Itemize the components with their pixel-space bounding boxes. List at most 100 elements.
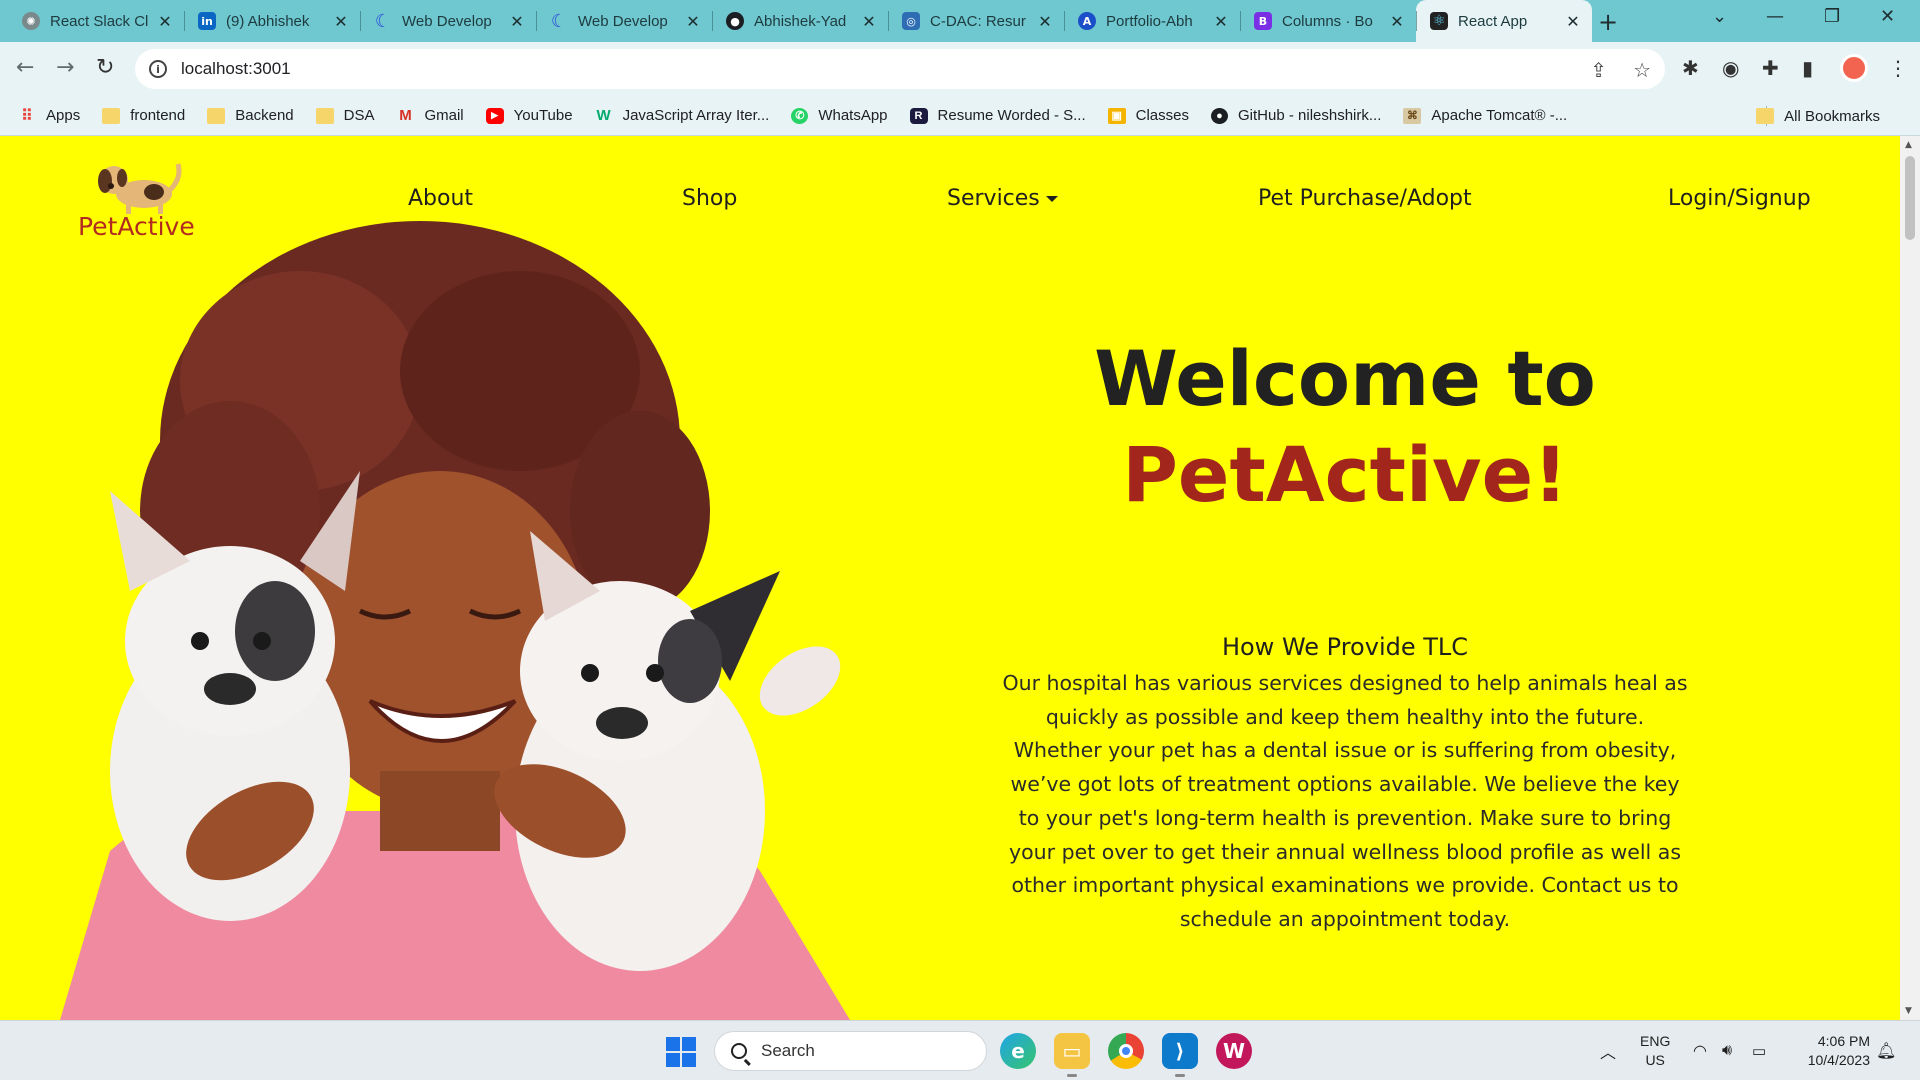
apps-grid-icon: ⠿ (21, 107, 33, 125)
tab-list: ✺ React Slack Cl ✕ in (9) Abhishek ✕ ☾ W… (8, 0, 1592, 42)
close-icon[interactable]: ✕ (860, 12, 878, 31)
bookmark-item[interactable]: ✆ WhatsApp (791, 107, 888, 124)
notifications-icon[interactable]: 🔔︎ (1876, 1021, 1896, 1080)
share-icon[interactable]: ⇪ (1590, 58, 1607, 82)
tab-active[interactable]: ⚛ React App ✕ (1416, 0, 1592, 42)
bookmark-item[interactable]: R Resume Worded - S... (909, 107, 1086, 124)
bug-extension-icon[interactable]: ✱ (1682, 56, 1699, 80)
nav-services-label: Services (947, 186, 1040, 211)
taskbar-search[interactable]: Search (714, 1031, 987, 1071)
folder-icon (102, 107, 121, 124)
tab[interactable]: A Portfolio-Abh ✕ (1064, 0, 1240, 42)
bookmark-label: DSA (343, 107, 375, 124)
nav-services-dropdown[interactable]: Services (947, 186, 1058, 211)
scrollbar-thumb[interactable] (1905, 156, 1915, 240)
tab-search-icon[interactable]: ⌄ (1712, 6, 1727, 27)
nav-pet-purchase[interactable]: Pet Purchase/Adopt (1258, 186, 1472, 211)
address-bar[interactable]: i localhost:3001 ⇪ ☆ (135, 49, 1665, 89)
tab-label: (9) Abhishek (226, 12, 310, 30)
clock[interactable]: 4:06 PM 10/4/2023 (1790, 1021, 1870, 1080)
vscode-icon[interactable]: ⟩ (1162, 1033, 1198, 1077)
bookmark-item[interactable]: ▣ Classes (1107, 107, 1189, 124)
back-button[interactable]: ← (16, 55, 34, 80)
site-info-icon[interactable]: i (149, 60, 167, 78)
tab-label: React Slack Cl (50, 12, 149, 30)
linkedin-icon: in (198, 12, 216, 30)
bookmark-item[interactable]: ⠿ Apps (18, 107, 80, 125)
resume-worded-icon: R (909, 107, 928, 124)
nav-shop[interactable]: Shop (682, 186, 737, 211)
close-icon[interactable]: ✕ (684, 12, 702, 31)
chrome-icon[interactable] (1108, 1033, 1144, 1069)
folder-icon (207, 107, 226, 124)
windows-taskbar: Search e ▭ ⟩ W ︿ ENG US ◠ 🔊︎ ▭ 4:06 PM 1… (0, 1020, 1920, 1080)
bookmarks-bar: ⠿ Apps frontend Backend DSA M Gmail ▶ Yo… (0, 96, 1920, 136)
tab[interactable]: ● Abhishek-Yad ✕ (712, 0, 888, 42)
bookmark-star-icon[interactable]: ☆ (1633, 58, 1651, 82)
github-icon: ● (1211, 107, 1228, 124)
minimize-button[interactable]: — (1766, 6, 1784, 27)
close-icon[interactable]: ✕ (1036, 12, 1054, 31)
battery-icon[interactable]: ▭ (1752, 1021, 1766, 1080)
tab[interactable]: ✺ React Slack Cl ✕ (8, 0, 184, 42)
show-hidden-icons[interactable]: ︿ (1600, 1021, 1616, 1080)
classroom-icon: ▣ (1107, 107, 1126, 124)
bookmark-item[interactable]: Backend (207, 107, 294, 124)
profile-avatar[interactable] (1840, 54, 1868, 82)
portfolio-icon: A (1078, 12, 1096, 30)
winzip-icon[interactable]: W (1216, 1033, 1252, 1069)
tab[interactable]: in (9) Abhishek ✕ (184, 0, 360, 42)
close-icon[interactable]: ✕ (1388, 12, 1406, 31)
nav-about[interactable]: About (408, 186, 473, 211)
tab[interactable]: ☾ Web Develop ✕ (360, 0, 536, 42)
bookmark-item[interactable]: ▶ YouTube (485, 107, 573, 124)
edge-icon[interactable]: e (1000, 1033, 1036, 1069)
all-bookmarks-button[interactable]: All Bookmarks (1756, 96, 1880, 136)
extension-circle-icon[interactable]: ◉ (1722, 56, 1739, 80)
bookmark-label: YouTube (513, 107, 573, 124)
bookmark-item[interactable]: ⌘ Apache Tomcat® -... (1403, 107, 1567, 124)
close-icon[interactable]: ✕ (332, 12, 350, 31)
close-icon[interactable]: ✕ (1564, 12, 1582, 31)
restore-button[interactable]: ❐ (1824, 6, 1840, 27)
search-placeholder: Search (761, 1041, 815, 1060)
bookmark-item[interactable]: ● GitHub - nileshshirk... (1211, 107, 1381, 124)
bootstrap-icon: B (1254, 12, 1272, 30)
openai-icon: ✺ (22, 12, 40, 30)
windows-start-icon[interactable] (666, 1037, 696, 1067)
tlc-heading: How We Provide TLC (1221, 633, 1469, 661)
language-indicator[interactable]: ENG US (1640, 1021, 1670, 1080)
close-icon[interactable]: ✕ (156, 12, 174, 31)
scroll-up-icon[interactable]: ▲ (1905, 140, 1912, 150)
nav-login-signup[interactable]: Login/Signup (1668, 186, 1811, 211)
page-scrollbar[interactable]: ▲ ▼ (1900, 136, 1920, 1020)
forward-button[interactable]: → (56, 55, 74, 80)
folder-icon (315, 107, 334, 124)
url-text[interactable]: localhost:3001 (181, 59, 291, 79)
window-close-button[interactable]: ✕ (1880, 6, 1895, 27)
bookmark-item[interactable]: W JavaScript Array Iter... (595, 107, 770, 124)
side-panel-icon[interactable]: ▮ (1802, 56, 1813, 80)
bookmark-label: Classes (1135, 107, 1189, 124)
tab[interactable]: ◎ C-DAC: Resur ✕ (888, 0, 1064, 42)
close-icon[interactable]: ✕ (508, 12, 526, 31)
new-tab-button[interactable]: + (1598, 8, 1618, 36)
bookmark-item[interactable]: M Gmail (396, 107, 463, 124)
bookmark-label: WhatsApp (818, 107, 888, 124)
bookmark-item[interactable]: DSA (315, 107, 375, 124)
extensions-puzzle-icon[interactable]: ✚ (1762, 56, 1779, 80)
menu-kebab-icon[interactable]: ⋮ (1888, 56, 1908, 80)
bookmark-item[interactable]: frontend (102, 107, 185, 124)
tab[interactable]: B Columns · Bo ✕ (1240, 0, 1416, 42)
folder-icon (1756, 108, 1775, 124)
close-icon[interactable]: ✕ (1212, 12, 1230, 31)
wifi-icon[interactable]: ◠ (1693, 1021, 1707, 1080)
reload-button[interactable]: ↻ (96, 55, 114, 80)
volume-icon[interactable]: 🔊︎ (1722, 1021, 1732, 1080)
tab-label: Abhishek-Yad (754, 12, 847, 30)
scroll-down-icon[interactable]: ▼ (1905, 1006, 1912, 1016)
file-explorer-icon[interactable]: ▭ (1054, 1033, 1090, 1077)
tab[interactable]: ☾ Web Develop ✕ (536, 0, 712, 42)
tab-label: Web Develop (402, 12, 492, 30)
browser-toolbar: ← → ↻ i localhost:3001 ⇪ ☆ ✱ ◉ ✚ ▮ ⋮ (0, 42, 1920, 96)
